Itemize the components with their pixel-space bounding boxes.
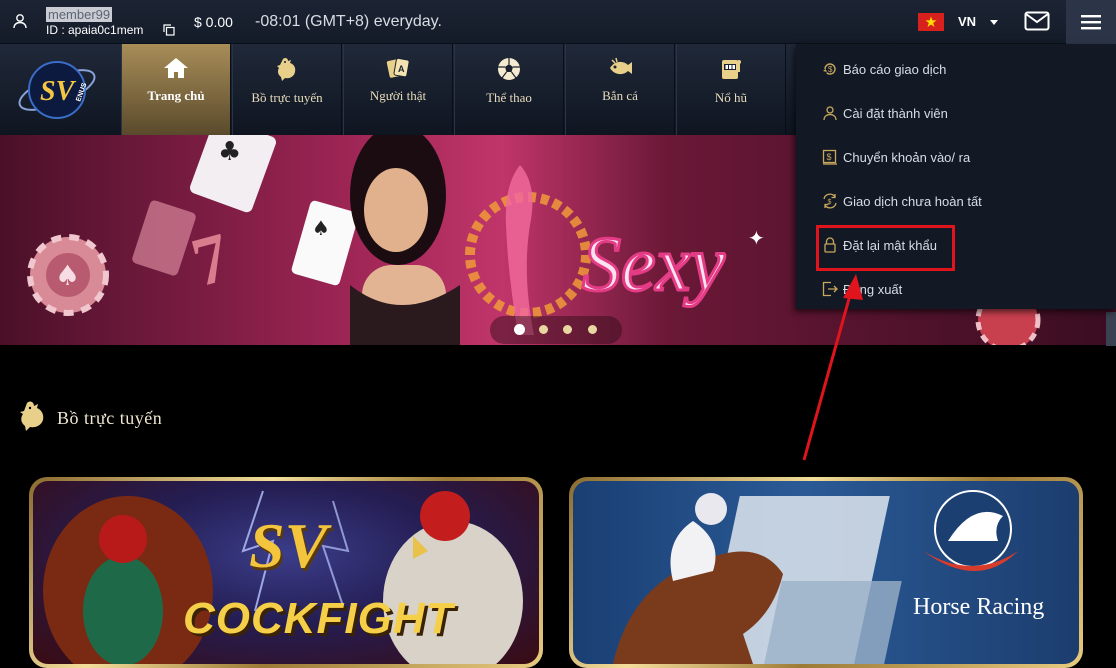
- nav-sports[interactable]: Thể thao: [454, 44, 564, 135]
- nav-label: Bắn cá: [602, 88, 638, 103]
- report-icon: $: [823, 63, 836, 75]
- menu-pending-transactions[interactable]: $ Giao dịch chưa hoàn tất: [822, 190, 982, 212]
- balance: $ 0.00: [194, 14, 233, 30]
- nav-fishing[interactable]: Bắn cá: [565, 44, 675, 135]
- nav-label: Người thật: [369, 88, 427, 103]
- nav-label: Nổ hũ: [714, 90, 748, 105]
- horse-racing-artwork: [613, 490, 1018, 664]
- svg-text:$: $: [827, 152, 832, 162]
- transfer-icon: $: [822, 149, 837, 165]
- menu-item-label: Giao dịch chưa hoàn tất: [843, 193, 982, 209]
- language-selector[interactable]: VN: [958, 14, 976, 29]
- menu-transaction-report[interactable]: $ Báo cáo giao dịch: [822, 58, 946, 80]
- rooster-icon: [20, 401, 44, 431]
- svg-text:♣: ♣: [218, 137, 241, 167]
- section-title: Bồ trực tuyến: [57, 408, 163, 428]
- menu-transfer[interactable]: $ Chuyển khoản vào/ ra: [822, 146, 970, 168]
- menu-item-label: Đăng xuất: [843, 281, 903, 297]
- cockfight-game-card[interactable]: SV COCKFIGHT: [29, 477, 543, 668]
- cockfight-title: COCKFIGHT: [183, 594, 454, 643]
- menu-item-label: Cài đặt thành viên: [843, 105, 948, 121]
- banner-pagination: [490, 316, 622, 344]
- soccer-ball-icon: [498, 58, 520, 80]
- svg-text:$: $: [828, 199, 832, 206]
- fish-icon: [610, 57, 632, 75]
- cards-icon: A: [386, 57, 410, 78]
- cockfight-banner: SV COCKFIGHT: [33, 481, 539, 664]
- hamburger-icon: [1081, 15, 1101, 30]
- menu-member-settings[interactable]: Cài đặt thành viên: [822, 102, 948, 124]
- slot-machine-icon: [722, 60, 741, 79]
- user-icon[interactable]: [12, 13, 28, 29]
- horse-racing-title: Horse Racing: [913, 594, 1045, 620]
- nav-cockfight[interactable]: Bồ trực tuyến: [232, 44, 342, 135]
- svg-text:7: 7: [184, 219, 238, 302]
- vietnam-flag-icon[interactable]: [918, 13, 944, 31]
- pending-icon: $: [823, 193, 837, 209]
- svg-text:A: A: [398, 64, 405, 74]
- svg-text:♠: ♠: [312, 216, 330, 240]
- svg-text:♠: ♠: [55, 259, 80, 292]
- banner-dot-2[interactable]: [539, 325, 548, 334]
- nav-home[interactable]: Trang chủ: [121, 44, 231, 135]
- banner-dot-1[interactable]: [514, 324, 525, 335]
- top-bar: member99 ID : apaia0c1mem $ 0.00 -08:01 …: [0, 0, 1116, 44]
- user-id: ID : apaia0c1mem: [46, 23, 144, 37]
- nav-live-casino[interactable]: A Người thật: [343, 44, 453, 135]
- menu-item-label: Báo cáo giao dịch: [843, 61, 947, 77]
- chevron-down-icon[interactable]: [990, 20, 998, 25]
- banner-brand-text: Sexy: [582, 220, 725, 307]
- banner-dot-4[interactable]: [588, 325, 597, 334]
- svg-text:SV: SV: [40, 76, 77, 107]
- svg-text:$: $: [828, 65, 833, 74]
- menu-item-label: Chuyển khoản vào/ ra: [843, 149, 971, 165]
- logout-icon: [822, 281, 838, 297]
- horse-racing-banner: Horse Racing: [573, 481, 1079, 664]
- rooster-icon: [277, 57, 296, 81]
- sv-venus-logo[interactable]: SV ENUS: [14, 50, 100, 128]
- hamburger-menu-button[interactable]: [1066, 0, 1116, 44]
- copy-icon[interactable]: [163, 24, 175, 36]
- cockfight-brand: SV: [249, 510, 328, 581]
- nav-label: Bồ trực tuyến: [251, 90, 323, 105]
- horse-racing-game-card[interactable]: Horse Racing: [569, 477, 1083, 668]
- banner-dot-3[interactable]: [563, 325, 572, 334]
- reset-password-highlight-box: [816, 225, 955, 271]
- home-icon: [164, 58, 188, 78]
- nav-slots[interactable]: Nổ hũ: [676, 44, 786, 135]
- mail-icon[interactable]: [1024, 11, 1050, 31]
- menu-logout[interactable]: Đăng xuất: [822, 278, 902, 300]
- user-settings-icon: [823, 106, 837, 121]
- nav-label: Thể thao: [486, 90, 532, 105]
- nav-label: Trang chủ: [147, 88, 205, 103]
- svg-text:✦: ✦: [748, 226, 765, 250]
- timezone-notice: -08:01 (GMT+8) everyday.: [255, 13, 442, 30]
- scroll-handle[interactable]: [1106, 312, 1116, 346]
- username: member99: [46, 7, 113, 22]
